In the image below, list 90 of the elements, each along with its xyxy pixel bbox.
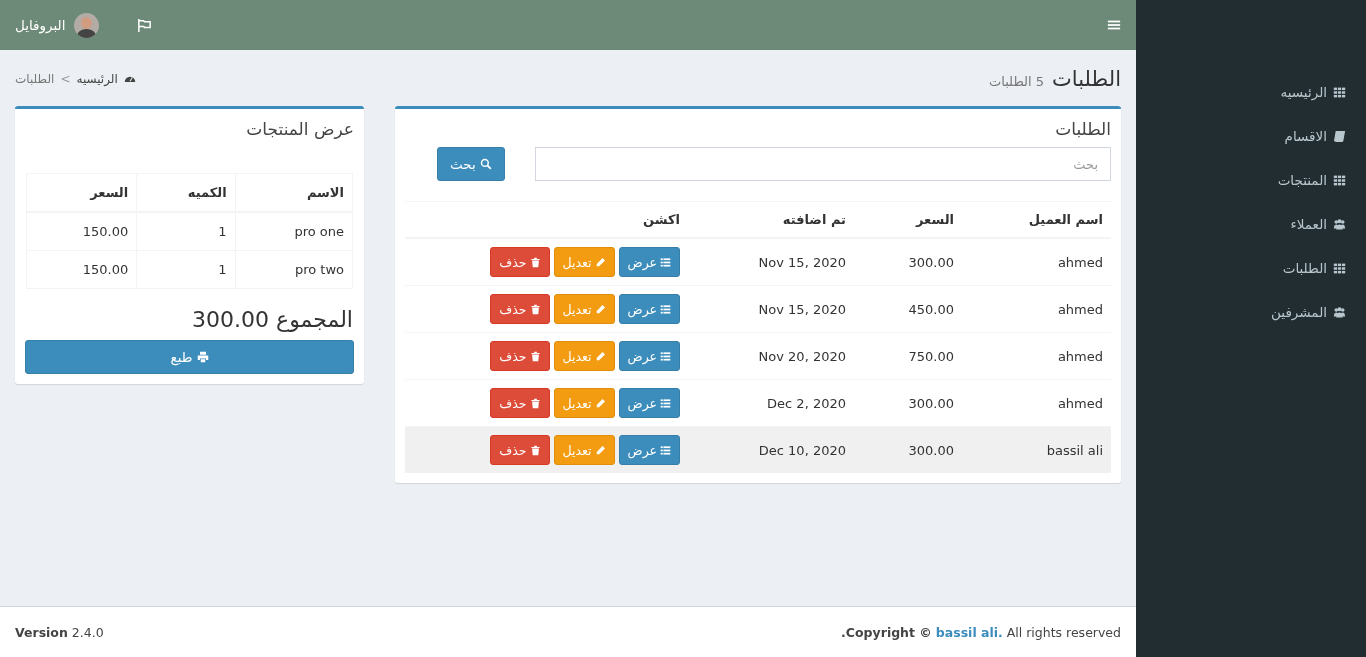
edit-button[interactable]: تعديل: [553, 388, 615, 418]
version-text: Version 2.4.0: [15, 624, 104, 640]
trash-icon: [529, 256, 541, 268]
delete-button[interactable]: حذف: [490, 341, 550, 371]
page-title: الطلبات: [1052, 67, 1121, 91]
table-cell: 1: [136, 212, 236, 251]
breadcrumb-current: الطلبات: [15, 72, 55, 86]
sidebar-item[interactable]: العملاء: [1136, 202, 1366, 246]
column-header: الكميه: [136, 173, 236, 212]
search-button[interactable]: بحث: [437, 147, 505, 181]
list-icon: [660, 444, 671, 456]
view-button[interactable]: عرض: [618, 341, 680, 371]
menu-icon: [1107, 18, 1121, 32]
table-cell: bassil ali: [962, 426, 1111, 473]
edit-button[interactable]: تعديل: [553, 247, 615, 277]
column-header: السعر: [854, 201, 962, 238]
table-cell: pro two: [235, 250, 353, 289]
panel-title: الطلبات: [1054, 118, 1112, 141]
book-icon: [1333, 129, 1346, 143]
table-cell: 300.00: [854, 238, 962, 286]
table-cell: 300.00: [854, 426, 962, 473]
table-cell: pro one: [235, 212, 353, 251]
table-cell: Nov 15, 2020: [688, 285, 854, 333]
author-link[interactable]: bassil ali.: [935, 624, 1003, 640]
panel-title: عرض المنتجات: [245, 118, 355, 141]
grid-icon: [1333, 85, 1346, 99]
total-amount: المجموع 300.00: [191, 306, 354, 334]
column-header: تم اضافته: [688, 201, 854, 238]
column-header: السعر: [26, 173, 137, 212]
flag-icon: [137, 17, 153, 33]
sidebar-item[interactable]: الطلبات: [1136, 246, 1366, 290]
trash-icon: [529, 350, 541, 362]
breadcrumb-label: الرئيسيه: [76, 72, 118, 86]
pencil-icon: [594, 397, 606, 409]
table-cell: 150.00: [26, 212, 137, 251]
breadcrumb-link[interactable]: الرئيسيه: [76, 72, 136, 86]
view-button[interactable]: عرض: [618, 294, 680, 324]
print-button[interactable]: طبع: [25, 340, 354, 374]
view-button[interactable]: عرض: [618, 435, 680, 465]
copyright-text: .Copyright © bassil ali. All rights reserved: [841, 624, 1121, 640]
view-button[interactable]: عرض: [618, 388, 680, 418]
search-icon: [479, 158, 492, 170]
column-header: اسم العميل: [962, 201, 1111, 238]
view-button[interactable]: عرض: [618, 247, 680, 277]
delete-button[interactable]: حذف: [490, 247, 550, 277]
table-cell: 450.00: [854, 285, 962, 333]
pencil-icon: [594, 350, 606, 362]
list-icon: [660, 303, 671, 315]
sidebar-item[interactable]: المشرفين: [1136, 290, 1366, 334]
table-cell: Nov 20, 2020: [688, 332, 854, 380]
table-cell: Dec 10, 2020: [688, 426, 854, 473]
printer-icon: [196, 351, 209, 363]
table-cell: 150.00: [26, 250, 137, 289]
table-cell: 750.00: [854, 332, 962, 380]
grid-icon: [1333, 173, 1346, 187]
profile-link[interactable]: البروفايل: [15, 17, 66, 33]
menu-button[interactable]: [1107, 18, 1121, 32]
trash-icon: [529, 303, 541, 315]
trash-icon: [529, 397, 541, 409]
sidebar-item[interactable]: المنتجات: [1136, 158, 1366, 202]
table-cell: 1: [136, 250, 236, 289]
table-cell: Nov 15, 2020: [688, 238, 854, 286]
users-icon: [1333, 305, 1346, 319]
sidebar-item[interactable]: الاقسام: [1136, 114, 1366, 158]
pencil-icon: [594, 256, 606, 268]
table-cell: ahmed: [962, 332, 1111, 380]
grid-icon: [1333, 261, 1346, 275]
page-subtitle: 5 الطلبات: [989, 74, 1045, 89]
list-icon: [660, 350, 671, 362]
delete-button[interactable]: حذف: [490, 435, 550, 465]
table-cell: ahmed: [962, 238, 1111, 286]
sidebar-item[interactable]: الرئيسيه: [1136, 70, 1366, 114]
pencil-icon: [594, 303, 606, 315]
table-cell: ahmed: [962, 285, 1111, 333]
delete-button[interactable]: حذف: [490, 388, 550, 418]
trash-icon: [529, 444, 541, 456]
edit-button[interactable]: تعديل: [553, 294, 615, 324]
list-icon: [660, 397, 671, 409]
avatar-icon: [74, 12, 100, 38]
list-icon: [660, 256, 671, 268]
pencil-icon: [594, 444, 606, 456]
edit-button[interactable]: تعديل: [553, 435, 615, 465]
column-header: اكشن: [405, 201, 688, 238]
delete-button[interactable]: حذف: [490, 294, 550, 324]
column-header: الاسم: [235, 173, 353, 212]
breadcrumb-separator: >: [60, 72, 71, 86]
edit-button[interactable]: تعديل: [553, 341, 615, 371]
users-icon: [1333, 217, 1346, 231]
flag-button[interactable]: [137, 17, 153, 33]
search-field[interactable]: بحث: [534, 147, 1111, 181]
